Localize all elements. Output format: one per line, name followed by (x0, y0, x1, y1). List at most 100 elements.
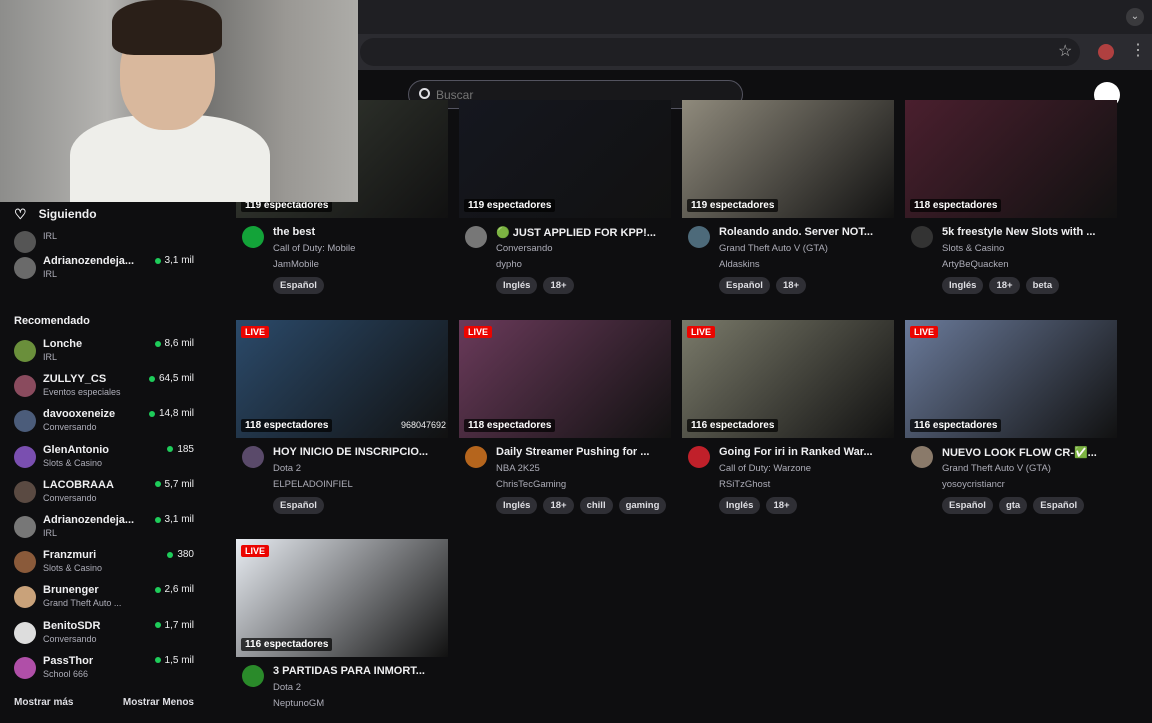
live-dot-icon (154, 481, 161, 488)
sidebar-channel[interactable]: Adrianozendeja... IRL 3,1 mil (14, 514, 194, 544)
channel-avatar[interactable] (242, 226, 264, 248)
channel-avatar[interactable] (911, 446, 933, 468)
channel-avatar[interactable] (465, 446, 487, 468)
sidebar-channel[interactable]: ZULLYY_CS Eventos especiales 64,5 mil (14, 373, 194, 403)
sidebar-channel[interactable]: Adrianozendeja... IRL 3,1 mil (14, 255, 194, 285)
viewer-count: 116 espectadores (687, 419, 779, 432)
stream-title[interactable]: NUEVO LOOK FLOW CR-✅... (942, 446, 1117, 459)
stream-category[interactable]: Call of Duty: Warzone (719, 463, 811, 474)
stream-category[interactable]: Conversando (496, 243, 553, 254)
stream-thumbnail[interactable]: 119 espectadores (682, 100, 894, 218)
stream-title[interactable]: the best (273, 226, 448, 238)
stream-title[interactable]: Daily Streamer Pushing for ... (496, 446, 671, 458)
sidebar-channel[interactable]: davooxeneize Conversando 14,8 mil (14, 408, 194, 438)
sidebar-channel[interactable]: LACOBRAAA Conversando 5,7 mil (14, 479, 194, 509)
channel-name[interactable]: ELPELADOINFIEL (273, 479, 353, 490)
stream-tag[interactable]: 18+ (775, 277, 807, 294)
tab-search-icon[interactable]: ⌄ (1126, 8, 1144, 26)
stream-title[interactable]: 3 PARTIDAS PARA INMORT... (273, 665, 448, 677)
stream-tag[interactable]: Español (273, 497, 324, 514)
stream-title[interactable]: 🟢 JUST APPLIED FOR KPP!... (496, 226, 671, 239)
sidebar-channel[interactable]: Brunenger Grand Theft Auto ... 2,6 mil (14, 584, 194, 614)
channel-avatar (14, 257, 36, 279)
sidebar-channel[interactable]: PassThor School 666 1,5 mil (14, 655, 194, 685)
stream-category[interactable]: Slots & Casino (942, 243, 1004, 254)
tag-list: Inglés 18+ beta (942, 277, 1060, 294)
stream-tag[interactable]: 18+ (543, 497, 574, 514)
channel-name[interactable]: yosoycristiancr (942, 479, 1005, 490)
stream-tag[interactable]: Inglés (719, 497, 761, 514)
stream-thumbnail[interactable]: LIVE 118 espectadores (459, 320, 671, 438)
stream-tag[interactable]: 18+ (543, 277, 574, 294)
channel-name[interactable]: dypho (496, 259, 522, 270)
address-bar[interactable] (360, 38, 1080, 66)
tag-list: Inglés 18+ (719, 497, 797, 514)
stream-title[interactable]: Going For iri in Ranked War... (719, 446, 894, 458)
sidebar-channel[interactable]: Lonche IRL 8,6 mil (14, 338, 194, 368)
browser-profile-avatar[interactable] (1098, 44, 1114, 60)
stream-thumbnail[interactable]: 118 espectadores (905, 100, 1117, 218)
stream-tag[interactable]: Inglés (496, 497, 538, 514)
channel-name[interactable]: Aldaskins (719, 259, 760, 270)
stream-card[interactable]: LIVE 118 espectadores Daily Streamer Pushi… (459, 320, 671, 514)
stream-meta: Going For iri in Ranked War... Call of Du… (682, 446, 894, 514)
channel-name[interactable]: JamMobile (273, 259, 319, 270)
sidebar-channel[interactable]: GlenAntonio Slots & Casino 185 (14, 444, 194, 474)
sidebar-channel[interactable]: BenitoSDR Conversando 1,7 mil (14, 620, 194, 650)
stream-category[interactable]: NBA 2K25 (496, 463, 540, 474)
bookmark-star-icon[interactable]: ☆ (1058, 41, 1072, 61)
channel-avatar[interactable] (688, 226, 710, 248)
stream-tag[interactable]: Español (719, 277, 770, 294)
channel-avatar (14, 445, 36, 468)
show-more-link[interactable]: Mostrar más (14, 697, 73, 708)
channel-name[interactable]: RSiTzGhost (719, 479, 770, 490)
stream-thumbnail[interactable]: LIVE 116 espectadores (236, 539, 448, 657)
stream-tag[interactable]: Inglés (942, 277, 984, 294)
stream-card[interactable]: LIVE 116 espectadores 3 PARTIDAS PARA INMO… (236, 539, 448, 723)
channel-avatar[interactable] (242, 665, 264, 687)
stream-tag[interactable]: 18+ (766, 497, 797, 514)
following-header[interactable]: ♡ Siguiendo (14, 202, 194, 226)
channel-name[interactable]: ChrisTecGaming (496, 479, 566, 490)
stream-thumbnail[interactable]: LIVE 116 espectadores (682, 320, 894, 438)
stream-tag[interactable]: gaming (618, 497, 667, 514)
stream-tag[interactable]: Español (1033, 497, 1085, 514)
stream-title[interactable]: Roleando ando. Server NOT... (719, 226, 894, 238)
stream-tag[interactable]: Español (273, 277, 324, 294)
browser-menu-icon[interactable]: ⋮ (1130, 40, 1146, 60)
channel-name[interactable]: ArtyBeQuacken (942, 259, 1009, 270)
stream-tag[interactable]: Español (942, 497, 993, 514)
stream-tag[interactable]: gta (998, 497, 1028, 514)
stream-category[interactable]: Dota 2 (273, 682, 301, 693)
channel-name[interactable]: NeptunoGM (273, 698, 324, 709)
viewer-count: 119 espectadores (464, 199, 556, 212)
stream-title[interactable]: HOY INICIO DE INSCRIPCIO... (273, 446, 448, 458)
stream-category[interactable]: Grand Theft Auto V (GTA) (719, 243, 828, 254)
stream-tag[interactable]: chill (579, 497, 613, 514)
channel-avatar[interactable] (688, 446, 710, 468)
stream-card[interactable]: 119 espectadores Roleando ando. Server NO… (682, 100, 894, 294)
tag-list: Español (273, 277, 324, 294)
tag-list: Español gta Español (942, 497, 1085, 514)
stream-card[interactable]: 119 espectadores 🟢 JUST APPLIED FOR KPP!.… (459, 100, 671, 294)
stream-title[interactable]: 5k freestyle New Slots with ... (942, 226, 1117, 238)
stream-tag[interactable]: beta (1025, 277, 1060, 294)
stream-thumbnail[interactable]: 119 espectadores (459, 100, 671, 218)
stream-category[interactable]: Call of Duty: Mobile (273, 243, 355, 254)
stream-tag[interactable]: Inglés (496, 277, 538, 294)
stream-thumbnail[interactable]: LIVE 118 espectadores 968047692 (236, 320, 448, 438)
channel-avatar[interactable] (465, 226, 487, 248)
stream-category[interactable]: Grand Theft Auto V (GTA) (942, 463, 1051, 474)
stream-card[interactable]: LIVE 116 espectadores NUEVO LOOK FLOW CR-✅… (905, 320, 1117, 514)
stream-card[interactable]: LIVE 118 espectadores 968047692 HOY INICIO … (236, 320, 448, 514)
stream-category[interactable]: Dota 2 (273, 463, 301, 474)
channel-avatar[interactable] (911, 226, 933, 248)
stream-tag[interactable]: 18+ (989, 277, 1020, 294)
channel-viewers: 1,5 mil (154, 655, 194, 666)
channel-avatar[interactable] (242, 446, 264, 468)
stream-card[interactable]: 118 espectadores 5k freestyle New Slots w… (905, 100, 1117, 294)
show-less-link[interactable]: Mostrar Menos (123, 697, 194, 708)
sidebar-channel[interactable]: Franzmuri Slots & Casino 380 (14, 549, 194, 579)
stream-card[interactable]: LIVE 116 espectadores Going For iri in Ran… (682, 320, 894, 514)
stream-thumbnail[interactable]: LIVE 116 espectadores (905, 320, 1117, 438)
